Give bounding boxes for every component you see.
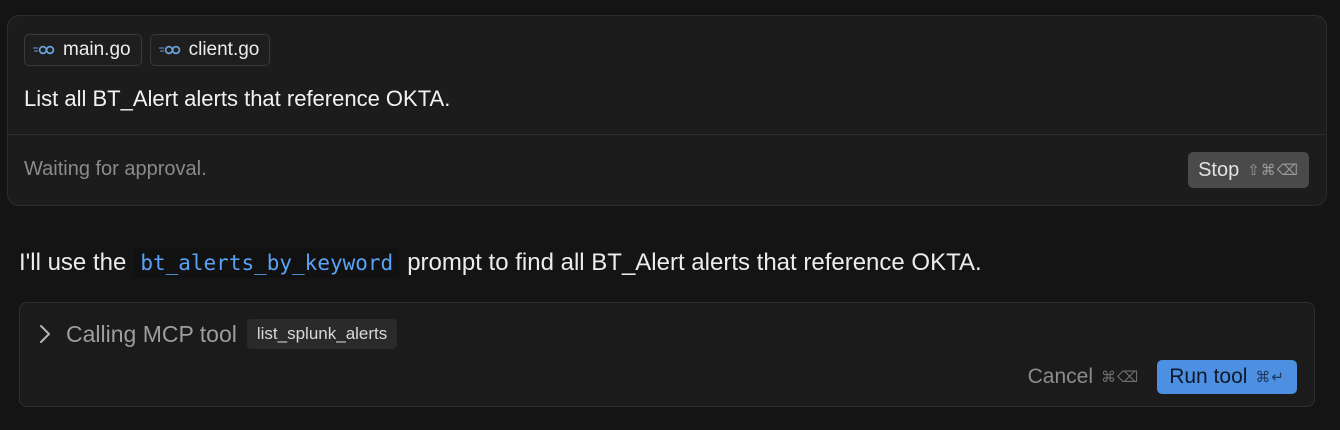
assistant-message: I'll use the bt_alerts_by_keyword prompt… bbox=[19, 248, 982, 278]
go-file-icon bbox=[158, 43, 181, 57]
attachment-label: main.go bbox=[63, 39, 131, 60]
attachment-label: client.go bbox=[188, 39, 260, 60]
status-text: Waiting for approval. bbox=[24, 158, 207, 180]
cancel-button-label: Cancel bbox=[1027, 365, 1093, 388]
run-tool-button-label: Run tool bbox=[1169, 365, 1248, 388]
attachment-chip-main-go[interactable]: main.go bbox=[24, 34, 142, 66]
cancel-button[interactable]: Cancel ⌘⌫ bbox=[1028, 360, 1140, 394]
composer-card: main.go client.go List all BT_Alert aler… bbox=[7, 15, 1327, 206]
stop-shortcut-hint: ⇧⌘⌫ bbox=[1247, 161, 1299, 179]
tool-call-card: Calling MCP tool list_splunk_alerts Canc… bbox=[19, 302, 1315, 407]
chat-panel: main.go client.go List all BT_Alert aler… bbox=[0, 0, 1340, 430]
inline-code: bt_alerts_by_keyword bbox=[134, 248, 400, 278]
run-shortcut-hint: ⌘↵ bbox=[1255, 368, 1285, 386]
tool-call-actions: Cancel ⌘⌫ Run tool ⌘↵ bbox=[1028, 360, 1297, 394]
user-prompt: List all BT_Alert alerts that reference … bbox=[24, 86, 451, 111]
attachment-chip-client-go[interactable]: client.go bbox=[149, 34, 271, 66]
go-file-icon bbox=[33, 43, 55, 57]
stop-button[interactable]: Stop ⇧⌘⌫ bbox=[1188, 152, 1309, 188]
cancel-shortcut-hint: ⌘⌫ bbox=[1100, 368, 1140, 386]
divider bbox=[8, 134, 1326, 135]
assistant-text-before: I'll use the bbox=[19, 249, 127, 276]
attachment-list: main.go client.go bbox=[24, 34, 271, 66]
tool-name-badge: list_splunk_alerts bbox=[246, 319, 398, 349]
tool-call-label: Calling MCP tool bbox=[66, 320, 237, 347]
assistant-text-after: prompt to find all BT_Alert alerts that … bbox=[407, 249, 982, 276]
tool-call-header[interactable]: Calling MCP tool list_splunk_alerts bbox=[36, 319, 398, 349]
run-tool-button[interactable]: Run tool ⌘↵ bbox=[1157, 360, 1297, 394]
stop-button-label: Stop bbox=[1198, 158, 1240, 181]
chevron-right-icon[interactable] bbox=[36, 323, 54, 345]
